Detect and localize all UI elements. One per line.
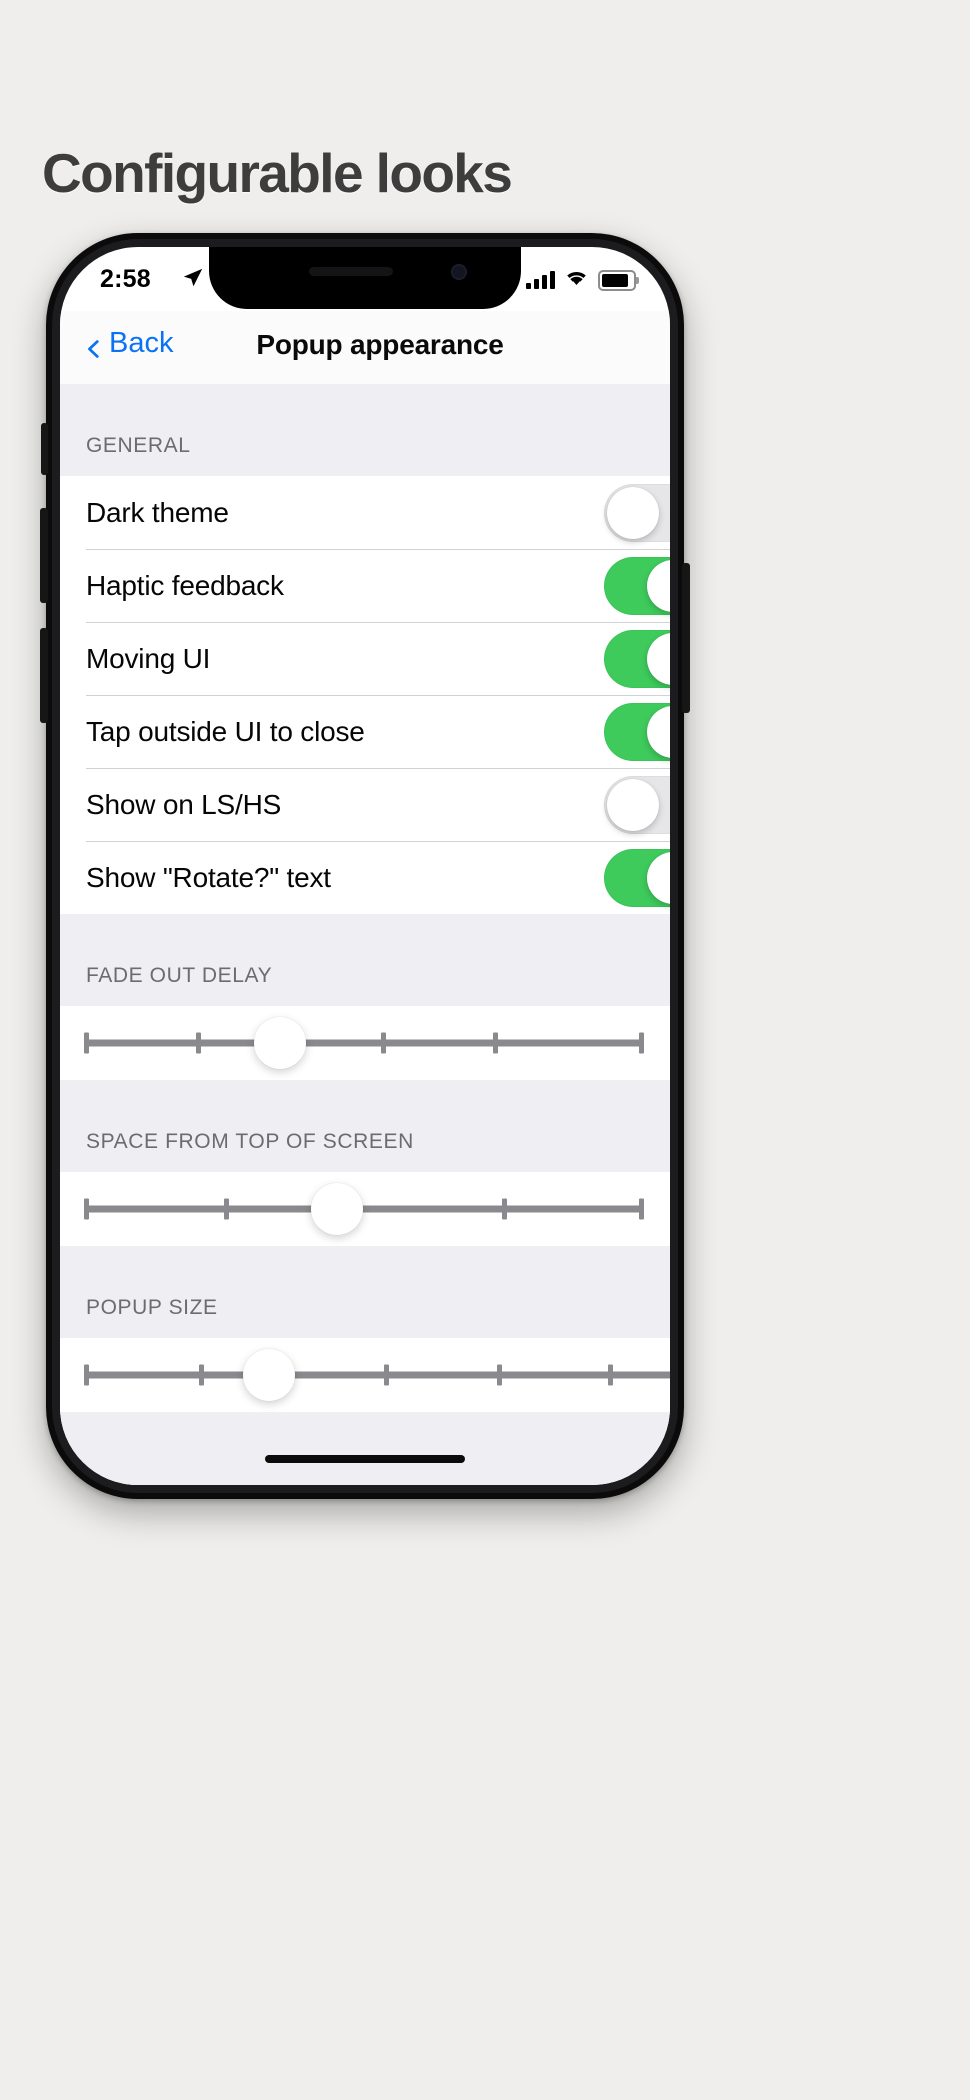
status-bar-indicators [526, 268, 639, 292]
slider-fade-out-delay[interactable]: 4.00 [84, 1015, 670, 1071]
slider-tick [639, 1032, 644, 1054]
toggle-tap-outside-ui-to-close[interactable] [604, 702, 670, 761]
setting-row-dark-theme[interactable]: Dark theme [60, 476, 670, 549]
toggle-knob [647, 559, 670, 612]
navigation-bar: Back Popup appearance [60, 311, 670, 384]
phone-screen: 2:58 Back Popup appearance GENERAL Dark … [60, 247, 670, 1485]
home-indicator[interactable] [265, 1455, 465, 1463]
mute-switch-button[interactable] [41, 423, 48, 475]
section-header-space-from-top-of-screen: SPACE FROM TOP OF SCREEN [60, 1080, 670, 1172]
setting-row-tap-outside-ui-to-close[interactable]: Tap outside UI to close [60, 695, 670, 768]
slider-tick [196, 1032, 201, 1054]
slider-tick [381, 1032, 386, 1054]
slider-knob[interactable] [311, 1183, 363, 1235]
slider-tick [199, 1364, 204, 1386]
settings-group-general: Dark theme Haptic feedback Moving UI Tap… [60, 476, 670, 914]
slider-tick [84, 1198, 89, 1220]
slider-row-popup-size[interactable] [60, 1338, 670, 1412]
slider-tick [608, 1364, 613, 1386]
setting-label: Tap outside UI to close [86, 715, 365, 747]
phone-mockup: 2:58 Back Popup appearance GENERAL Dark … [40, 233, 690, 1499]
section-header-fade-out-delay: FADE OUT DELAY [60, 914, 670, 1006]
notch [209, 247, 521, 309]
slider-knob[interactable] [254, 1017, 306, 1069]
cellular-signal-icon [526, 271, 555, 289]
list-bottom-filler [60, 1412, 670, 1485]
toggle-knob [647, 851, 670, 904]
earpiece-speaker-icon [309, 267, 393, 276]
slider-space-from-top-of-screen[interactable]: 2.00 [84, 1181, 670, 1237]
status-bar-time: 2:58 [100, 265, 151, 293]
slider-tick [84, 1032, 89, 1054]
slider-tick [497, 1364, 502, 1386]
setting-row-show-on-ls-hs[interactable]: Show on LS/HS [60, 768, 670, 841]
setting-row-haptic-feedback[interactable]: Haptic feedback [60, 549, 670, 622]
slider-track [84, 1371, 670, 1379]
front-camera-icon [451, 264, 467, 280]
slider-tick [639, 1198, 644, 1220]
slider-tick [502, 1198, 507, 1220]
settings-list[interactable]: GENERAL Dark theme Haptic feedback Movin… [60, 384, 670, 1485]
section-header-general: GENERAL [60, 384, 670, 476]
slider-tick [384, 1364, 389, 1386]
setting-label: Show on LS/HS [86, 788, 282, 820]
slider-tick [493, 1032, 498, 1054]
toggle-show-on-ls-hs[interactable] [604, 775, 670, 834]
slider-track [84, 1205, 644, 1213]
slider-popup-size[interactable] [84, 1347, 670, 1403]
setting-label: Moving UI [86, 642, 211, 674]
setting-row-moving-ui[interactable]: Moving UI [60, 622, 670, 695]
volume-down-button[interactable] [40, 628, 48, 723]
slider-track [84, 1039, 644, 1047]
slider-tick [224, 1198, 229, 1220]
section-header-popup-size: POPUP SIZE [60, 1246, 670, 1338]
volume-up-button[interactable] [40, 508, 48, 603]
toggle-haptic-feedback[interactable] [604, 556, 670, 615]
toggle-knob [607, 778, 659, 831]
battery-icon [598, 269, 639, 291]
toggle-knob [647, 705, 670, 758]
slider-tick [84, 1364, 89, 1386]
slider-row-space-from-top-of-screen[interactable]: 2.00 [60, 1172, 670, 1246]
setting-row-show-rotate-text[interactable]: Show "Rotate?" text [60, 841, 670, 914]
toggle-knob [607, 486, 659, 539]
setting-label: Haptic feedback [86, 569, 284, 601]
toggle-knob [647, 632, 670, 685]
page-title: Configurable looks [42, 142, 513, 204]
wifi-icon [564, 268, 589, 292]
power-button[interactable] [682, 563, 690, 713]
toggle-show-rotate-text[interactable] [604, 848, 670, 907]
toggle-dark-theme[interactable] [604, 483, 670, 542]
setting-label: Dark theme [86, 496, 229, 528]
setting-label: Show "Rotate?" text [86, 861, 331, 893]
slider-row-fade-out-delay[interactable]: 4.00 [60, 1006, 670, 1080]
toggle-moving-ui[interactable] [604, 629, 670, 688]
navigation-title: Popup appearance [256, 329, 504, 360]
slider-knob[interactable] [243, 1349, 295, 1401]
location-arrow-icon [182, 267, 204, 289]
